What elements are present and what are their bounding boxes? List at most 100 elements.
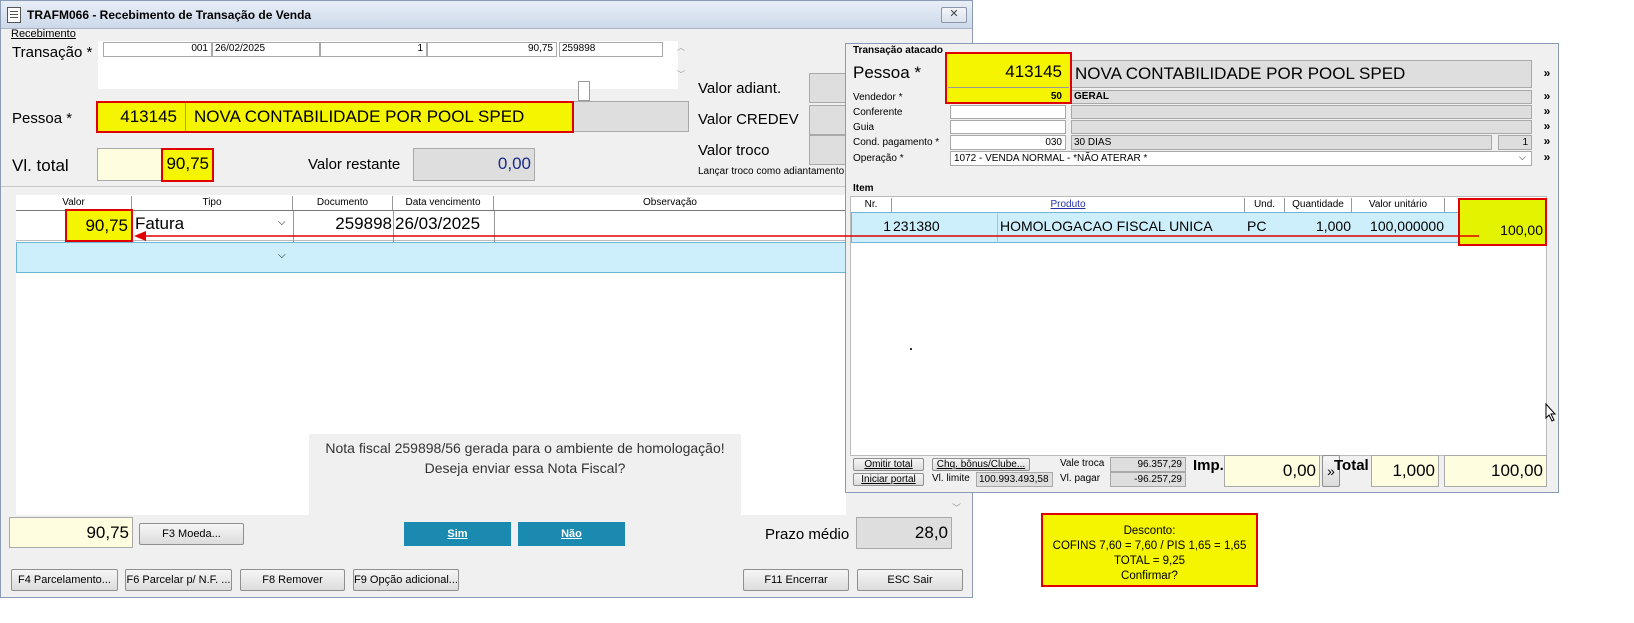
splitter-handle[interactable] [578, 81, 590, 101]
operacao-select[interactable]: 1072 - VENDA NORMAL - *NÃO ATERAR * [950, 151, 1532, 166]
f6-parcelar-nf-button[interactable]: F6 Parcelar p/ N.F. ... [125, 569, 232, 591]
grid-header-documento[interactable]: Documento [293, 196, 393, 210]
note-line4: Confirmar? [1121, 570, 1178, 582]
guia-name [1071, 120, 1532, 134]
conferente-label: Conferente [853, 107, 903, 118]
title-bar: TRAFM066 - Recebimento de Transação de V… [1, 1, 972, 29]
vendedor-label: Vendedor * [853, 92, 903, 103]
vendedor-more-button[interactable]: » [1540, 90, 1554, 104]
close-button[interactable]: ✕ [941, 7, 967, 23]
transacao-scroll[interactable]: ︿ ﹀ [677, 43, 687, 85]
document-icon [7, 7, 21, 23]
mouse-cursor-icon [1545, 403, 1557, 422]
f8-remover-button[interactable]: F8 Remover [240, 569, 345, 591]
chq-bonus-button[interactable]: Chq. bônus/Clube... [932, 458, 1030, 471]
valor-credev-field [809, 105, 849, 135]
valor-adiant-label: Valor adiant. [698, 80, 782, 97]
vl-limite-value: 100.993.493,58 [976, 472, 1053, 487]
window-title: TRAFM066 - Recebimento de Transação de V… [27, 8, 312, 22]
conferente-code[interactable] [950, 105, 1066, 119]
esc-sair-button[interactable]: ESC Sair [857, 569, 963, 591]
item-header-produto[interactable]: Produto [892, 198, 1245, 212]
atacado-pessoa-name: NOVA CONTABILIDADE POR POOL SPED [1075, 64, 1406, 83]
vl-total-value[interactable]: 90,75 [161, 148, 214, 182]
cond-pagamento-extra: 1 [1498, 135, 1532, 150]
f11-encerrar-button[interactable]: F11 Encerrar [743, 569, 849, 591]
item-header-valor-unitario[interactable]: Valor unitário [1352, 198, 1445, 212]
imp-value: 0,00 [1224, 455, 1320, 487]
item-group-label: Item [853, 183, 874, 194]
conferente-name [1071, 105, 1532, 119]
desconto-note: Desconto: COFINS 7,60 = 7,60 / PIS 1,65 … [1041, 513, 1258, 587]
iniciar-portal-button[interactable]: Iniciar portal [853, 473, 924, 486]
chevron-down-icon[interactable]: ⌵ [278, 250, 286, 261]
nao-button[interactable]: Não [518, 522, 625, 546]
pessoa-name: NOVA CONTABILIDADE POR POOL SPED [194, 107, 525, 126]
cond-pagamento-code[interactable]: 030 [950, 135, 1066, 150]
valor-restante-label: Valor restante [308, 156, 401, 173]
transacao-valor[interactable]: 90,75 [427, 42, 557, 57]
grid-header-observacao[interactable]: Observação [494, 196, 846, 210]
f4-parcelamento-button[interactable]: F4 Parcelamento... [11, 569, 118, 591]
row-valor[interactable]: 90,75 [65, 209, 133, 242]
pessoa-divider [185, 103, 186, 131]
dot-mark [910, 348, 912, 350]
imp-label: Imp. [1193, 457, 1224, 474]
f9-opcao-adicional-button[interactable]: F9 Opção adicional... [353, 569, 459, 591]
cond-pagamento-more-button[interactable]: » [1540, 135, 1554, 149]
prazo-medio-label: Prazo médio [765, 526, 850, 543]
vale-troca-label: Vale troca [1060, 458, 1105, 469]
guia-code[interactable] [950, 120, 1066, 134]
total-label: Total [1334, 457, 1369, 474]
vl-total-label: Vl. total [12, 156, 69, 175]
sim-button[interactable]: Sim [404, 522, 511, 546]
pessoa-code[interactable]: 413145 [100, 107, 180, 127]
guia-more-button[interactable]: » [1540, 120, 1554, 134]
guia-label: Guia [853, 122, 875, 133]
prazo-medio-value: 28,0 [856, 517, 952, 549]
operacao-more-button[interactable]: » [1540, 151, 1554, 165]
arrowhead [134, 231, 146, 241]
note-line1: Desconto: [1123, 525, 1176, 537]
atacado-group-label: Transação atacado [853, 45, 944, 56]
transacao-numero[interactable]: 1 [320, 42, 427, 57]
atacado-pessoa-label: Pessoa * [853, 63, 922, 82]
transacao-data[interactable]: 26/02/2025 [212, 42, 320, 57]
valor-restante-value: 0,00 [413, 148, 535, 181]
vendedor-name: GERAL [1071, 90, 1532, 104]
grid-header-valor[interactable]: Valor [16, 196, 132, 210]
confirm-dialog: Nota fiscal 259898/56 gerada para o ambi… [309, 434, 741, 556]
transacao-documento[interactable]: 259898 [559, 42, 663, 57]
red-arrow [134, 231, 1479, 241]
grid-header-data-vencimento[interactable]: Data vencimento [393, 196, 494, 210]
bottom-total: 90,75 [9, 517, 133, 548]
dialog-message-line1: Nota fiscal 259898/56 gerada para o ambi… [325, 440, 725, 456]
lancar-troco-checkbox-label[interactable]: Lançar troco como adiantamento [698, 166, 846, 177]
scroll-down-icon[interactable]: ﹀ [952, 501, 961, 514]
chevron-down-icon[interactable]: ⌵ [1519, 152, 1526, 163]
table-row-new[interactable] [16, 242, 846, 273]
vl-pagar-label: Vl. pagar [1060, 473, 1101, 484]
valor-troco-field [809, 135, 849, 165]
chevron-down-icon[interactable]: ⌵ [278, 217, 286, 228]
pessoa-label: Pessoa * [12, 110, 73, 127]
section-divider [1, 186, 846, 187]
conferente-more-button[interactable]: » [1540, 105, 1554, 119]
pessoa-more-button[interactable]: » [1540, 67, 1554, 81]
atacado-window: Transação atacado Pessoa * NOVA CONTABIL… [845, 43, 1559, 493]
vale-troca-value: 96.357,29 [1110, 457, 1186, 472]
transacao-empresa[interactable]: 001 [103, 42, 212, 57]
omitir-total-button[interactable]: Omitir total [853, 458, 924, 471]
atacado-pessoa-code[interactable]: 413145 [950, 62, 1065, 82]
valor-adiant-field [809, 73, 849, 103]
vl-limite-label: Vl. limite [932, 473, 970, 484]
vendedor-code[interactable]: 50 [950, 91, 1065, 102]
item-header-quantidade[interactable]: Quantidade [1285, 198, 1352, 212]
operacao-label: Operação * [853, 153, 904, 164]
grid-header-tipo[interactable]: Tipo [132, 196, 293, 210]
item-header-und[interactable]: Und. [1245, 198, 1285, 212]
total-quantity: 1,000 [1371, 455, 1439, 487]
item-header-nr[interactable]: Nr. [851, 198, 892, 212]
cond-pagamento-label: Cond. pagamento * [853, 137, 940, 148]
f3-moeda-button[interactable]: F3 Moeda... [139, 523, 244, 545]
